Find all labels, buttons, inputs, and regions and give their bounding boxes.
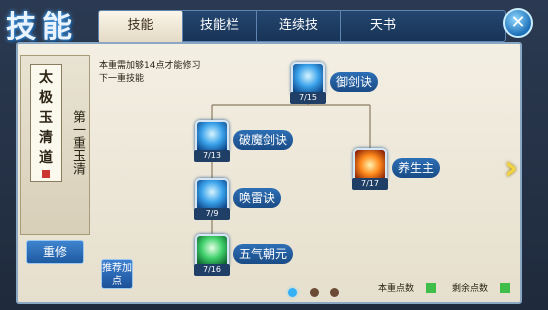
skill-name: 破魔剑诀: [233, 130, 294, 150]
chevron-right-icon[interactable]: ›: [496, 148, 526, 188]
skill-name: 唤雷诀: [233, 188, 282, 208]
skill-level: 7/15: [290, 92, 326, 104]
points-indicator-icon: [426, 283, 436, 293]
fire-orb-icon[interactable]: [353, 148, 387, 182]
current-tier-points-label: 本重点数: [378, 284, 415, 294]
recommend-points-button[interactable]: 推荐加点: [101, 259, 133, 289]
sword-aura-icon[interactable]: [291, 62, 325, 96]
skill-name: 五气朝元: [233, 244, 294, 264]
skill-name: 养生主: [392, 158, 441, 178]
skill-level: 7/9: [194, 208, 230, 220]
healing-icon[interactable]: [195, 234, 229, 268]
skill-level: 7/17: [352, 178, 388, 190]
skill-name: 御剑诀: [330, 72, 379, 92]
blade-wave-icon[interactable]: [195, 120, 229, 154]
page-dot-active[interactable]: [288, 288, 297, 297]
lightning-icon[interactable]: [195, 178, 229, 212]
page-dot[interactable]: [310, 288, 319, 297]
skill-level: 7/16: [194, 264, 230, 276]
points-indicator-icon: [500, 283, 510, 293]
remaining-points-label: 剩余点数: [452, 284, 489, 294]
page-dot[interactable]: [330, 288, 339, 297]
skill-level: 7/13: [194, 150, 230, 162]
